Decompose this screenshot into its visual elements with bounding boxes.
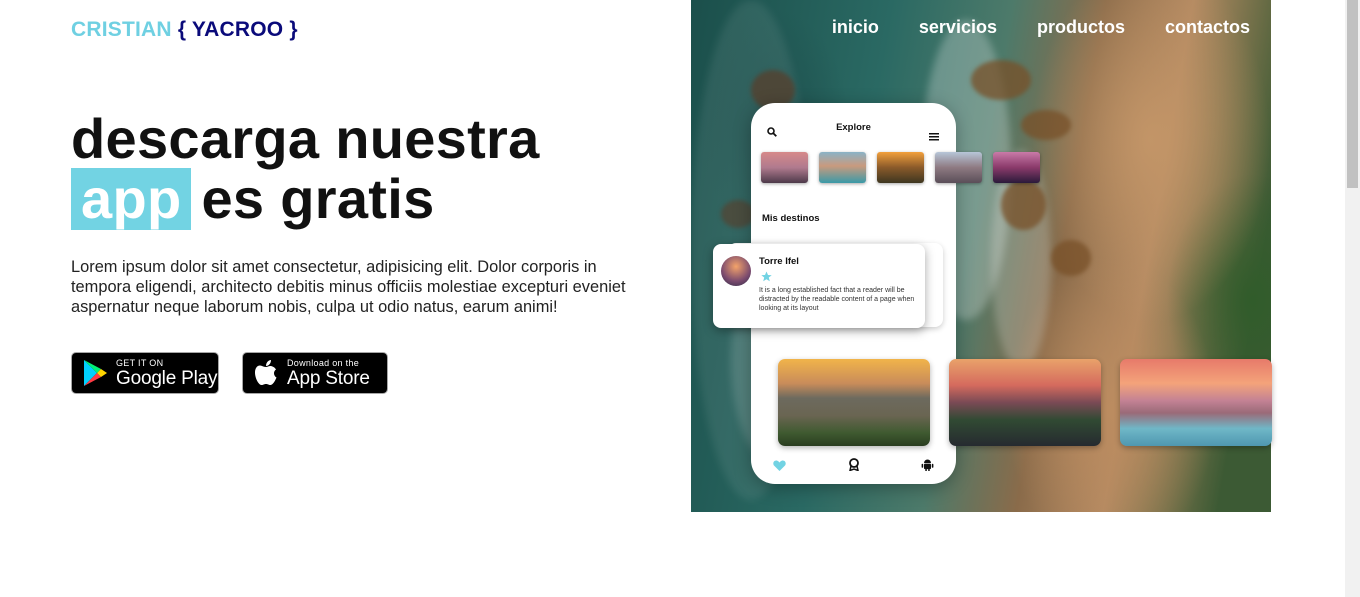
nav-productos[interactable]: productos [1037, 17, 1125, 38]
google-play-button[interactable]: GET IT ON Google Play [71, 352, 219, 394]
logo-last: { YACROO } [177, 18, 298, 41]
phone-title: Explore [836, 122, 871, 133]
hero-title: descarga nuestra app es gratis [71, 110, 540, 230]
nav-inicio[interactable]: inicio [832, 17, 879, 38]
thumb-image [819, 152, 866, 183]
logo-first: CRISTIAN [71, 18, 172, 41]
nav-servicios[interactable]: servicios [919, 17, 997, 38]
thumb-image [877, 152, 924, 183]
google-play-big: Google Play [116, 367, 218, 389]
heart-icon[interactable] [773, 458, 786, 476]
avatar [721, 256, 751, 286]
thumb-row [761, 152, 1040, 183]
google-play-icon [78, 356, 112, 390]
page-scrollbar[interactable] [1345, 0, 1360, 597]
google-play-small: GET IT ON [116, 357, 164, 368]
thumb-image [935, 152, 982, 183]
destination-card[interactable]: Torre Ifel It is a long established fact… [713, 244, 925, 328]
destination-image-arc[interactable] [949, 359, 1101, 446]
thumb-image [993, 152, 1040, 183]
app-store-big: App Store [287, 367, 370, 389]
award-icon[interactable] [848, 458, 860, 476]
section-title: Mis destinos [762, 213, 820, 224]
hero-title-rest: es gratis [201, 167, 435, 230]
card-name: Torre Ifel [759, 256, 799, 267]
hero-title-highlight: app [71, 168, 192, 230]
app-store-small: Download on the [287, 357, 360, 368]
hero-title-line1: descarga nuestra [71, 107, 540, 170]
logo[interactable]: CRISTIAN { YACROO } [71, 18, 298, 42]
nav-contactos[interactable]: contactos [1165, 17, 1250, 38]
destination-image-venice[interactable] [1120, 359, 1272, 446]
apple-icon [249, 356, 283, 390]
app-store-button[interactable]: Download on the App Store [242, 352, 388, 394]
android-icon[interactable] [921, 458, 934, 476]
phone-bottom-nav [751, 458, 956, 476]
card-text: It is a long established fact that a rea… [759, 287, 915, 312]
scrollbar-thumb[interactable] [1347, 0, 1358, 188]
menu-icon [929, 128, 939, 146]
destination-image-paris[interactable] [778, 359, 930, 446]
star-icon [761, 269, 772, 287]
hero-description: Lorem ipsum dolor sit amet consectetur, … [71, 258, 626, 316]
main-nav: inicio servicios productos contactos [832, 17, 1250, 38]
thumb-image [761, 152, 808, 183]
